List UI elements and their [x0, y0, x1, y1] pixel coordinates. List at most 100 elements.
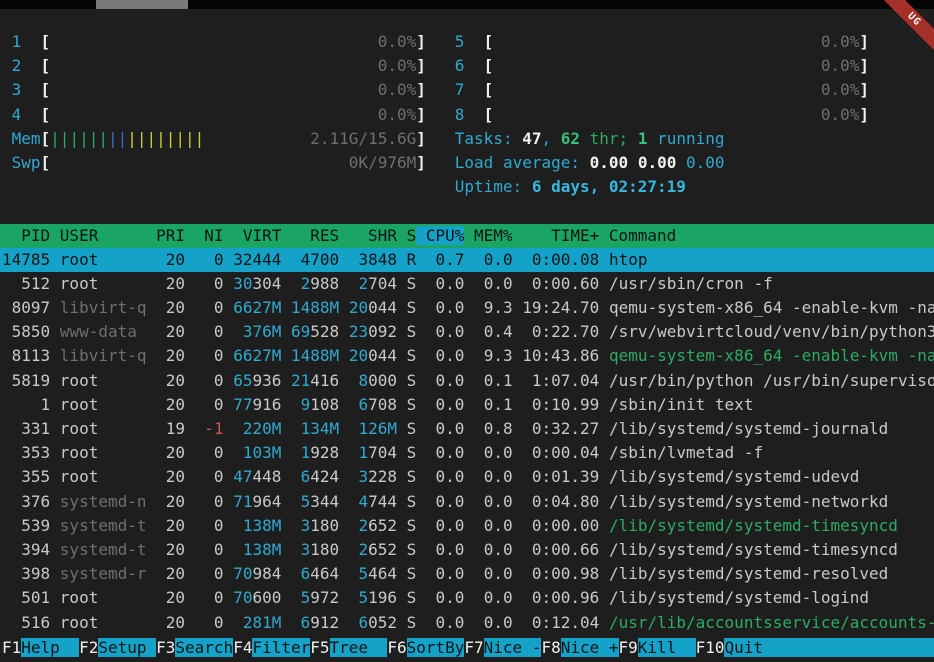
process-row[interactable]: 8097 libvirt-q 20 0 6627M 1488M 20044 S …	[0, 296, 934, 320]
fkey-quit-button[interactable]: Quit	[724, 638, 934, 657]
gap	[281, 443, 291, 462]
fkey-setup-button[interactable]: Setup	[98, 638, 156, 657]
gap	[397, 443, 407, 462]
cell-time: 10:43.86	[522, 346, 609, 365]
process-row[interactable]: 516 root 20 0 281M 6912 6052 S 0.0 0.0 0…	[0, 611, 934, 635]
process-row[interactable]: 1 root 20 0 77916 9108 6708 S 0.0 0.1 0:…	[0, 393, 934, 417]
fkey-setup-key[interactable]: F2	[79, 638, 98, 657]
process-row[interactable]: 398 systemd-r 20 0 70984 6464 5464 S 0.0…	[0, 562, 934, 586]
mem-meter-label: Mem	[2, 129, 41, 148]
gap	[281, 250, 291, 269]
fkey-filter-button[interactable]: Filter	[252, 638, 310, 657]
scrollbar-thumb[interactable]	[96, 0, 188, 9]
process-row-selected[interactable]: 14785 root 20 0 32444 4700 3848 R 0.7 0.…	[0, 248, 934, 272]
meter-close-bracket: ]	[416, 32, 426, 51]
cell-state: S	[407, 564, 426, 583]
cell-pid: 516	[2, 613, 60, 632]
top-scrollbar-track[interactable]	[0, 0, 934, 9]
cell-cpu-percent: 0.0	[426, 274, 474, 293]
process-row[interactable]: 331 root 19 -1 220M 134M 126M S 0.0 0.8 …	[0, 417, 934, 441]
process-row[interactable]: 355 root 20 0 47448 6424 3228 S 0.0 0.0 …	[0, 465, 934, 489]
cell-state: S	[407, 419, 426, 438]
process-row[interactable]: 8113 libvirt-q 20 0 6627M 1488M 20044 S …	[0, 344, 934, 368]
fkey-sortby-button[interactable]: SortBy	[407, 638, 465, 657]
mem-value-prefix: 20	[349, 346, 368, 365]
cell-mem-percent: 0.8	[474, 419, 522, 438]
cell-mem-percent: 0.4	[474, 322, 522, 341]
fkey-tree-key[interactable]: F5	[310, 638, 329, 657]
uptime-row: Uptime: 6 days, 02:27:19	[0, 175, 934, 199]
cell-state: S	[407, 492, 426, 511]
gap	[397, 492, 407, 511]
gap	[339, 540, 349, 559]
fkey-nice-button[interactable]: Nice -	[484, 638, 542, 657]
meter-open-bracket: [	[41, 153, 51, 172]
fkey-nice-key[interactable]: F8	[541, 638, 560, 657]
cell-command: /lib/systemd/systemd-resolved	[609, 564, 888, 583]
fkey-kill-button[interactable]: Kill	[638, 638, 696, 657]
cell-time: 0:22.70	[522, 322, 609, 341]
gap	[397, 274, 407, 293]
fkey-help-button[interactable]: Help	[21, 638, 79, 657]
mem-value-prefix: 4	[349, 492, 368, 511]
fkey-filter-key[interactable]: F4	[233, 638, 252, 657]
process-row[interactable]: 5819 root 20 0 65936 21416 8000 S 0.0 0.…	[0, 369, 934, 393]
tasks-label: Tasks:	[455, 129, 522, 148]
mem-value-prefix: 1	[291, 443, 310, 462]
cell-cpu-percent: 0.0	[426, 371, 474, 390]
mem-value-suffix: 984	[252, 564, 281, 583]
mem-value-suffix: 652	[368, 540, 397, 559]
load-one: 0.00	[590, 153, 638, 172]
sort-column-header[interactable]: CPU%	[416, 226, 464, 245]
cpu-meter-label: 7	[445, 80, 464, 99]
cell-priority: 19	[156, 419, 195, 438]
cell-mem-percent: 0.0	[474, 564, 522, 583]
fkey-nice-key[interactable]: F7	[464, 638, 483, 657]
terminal-content: 1 [ 0.0%] 5 [ 0.0%] 2 [ 0.0%] 6 [ 0.0%] …	[0, 30, 934, 635]
meter-close-bracket: ]	[416, 56, 426, 75]
cell-command: /lib/systemd/systemd-networkd	[609, 492, 888, 511]
mem-value-suffix: 044	[368, 346, 397, 365]
cell-priority: 20	[156, 443, 195, 462]
gap	[224, 540, 234, 559]
process-row[interactable]: 5850 www-data 20 0 376M 69528 23092 S 0.…	[0, 320, 934, 344]
mem-value-prefix: 69	[291, 322, 310, 341]
cell-cpu-percent: 0.0	[426, 419, 474, 438]
running-label: running	[647, 129, 724, 148]
cell-state: S	[407, 443, 426, 462]
process-row[interactable]: 512 root 20 0 30304 2988 2704 S 0.0 0.0 …	[0, 272, 934, 296]
mem-value: 1488M	[291, 298, 339, 317]
fkey-help-key[interactable]: F1	[2, 638, 21, 657]
cell-state: R	[407, 250, 426, 269]
cpu-meter-row: 2 [ 0.0%] 6 [ 0.0%]	[0, 54, 934, 78]
mem-value-suffix: 652	[368, 516, 397, 535]
fkey-sortby-key[interactable]: F6	[387, 638, 406, 657]
gap	[224, 613, 234, 632]
fkey-quit-key[interactable]: F10	[696, 638, 725, 657]
process-row[interactable]: 394 systemd-t 20 0 138M 3180 2652 S 0.0 …	[0, 538, 934, 562]
process-row[interactable]: 501 root 20 0 70600 5972 5196 S 0.0 0.0 …	[0, 586, 934, 610]
fkey-nice-button[interactable]: Nice +	[561, 638, 619, 657]
cell-user: root	[60, 274, 156, 293]
cell-nice: 0	[195, 322, 224, 341]
fkey-search-button[interactable]: Search	[175, 638, 233, 657]
process-row[interactable]: 353 root 20 0 103M 1928 1704 S 0.0 0.0 0…	[0, 441, 934, 465]
cell-nice: 0	[195, 467, 224, 486]
mem-value-prefix: 3	[291, 516, 310, 535]
fkey-tree-button[interactable]: Tree	[330, 638, 388, 657]
mem-value-suffix: 464	[310, 564, 339, 583]
cell-cpu-percent: 0.0	[426, 564, 474, 583]
process-row[interactable]: 376 systemd-n 20 0 71964 5344 4744 S 0.0…	[0, 490, 934, 514]
mem-value-prefix: 20	[349, 298, 368, 317]
fkey-search-key[interactable]: F3	[156, 638, 175, 657]
cell-state: S	[407, 274, 426, 293]
gap	[339, 588, 349, 607]
mem-value-prefix: 9	[291, 395, 310, 414]
mem-value: 281M	[233, 613, 281, 632]
gap	[397, 250, 407, 269]
process-row[interactable]: 539 systemd-t 20 0 138M 3180 2652 S 0.0 …	[0, 514, 934, 538]
cell-nice: 0	[195, 371, 224, 390]
fkey-kill-key[interactable]: F9	[619, 638, 638, 657]
cell-mem-percent: 0.0	[474, 540, 522, 559]
meter-fill	[493, 32, 821, 51]
